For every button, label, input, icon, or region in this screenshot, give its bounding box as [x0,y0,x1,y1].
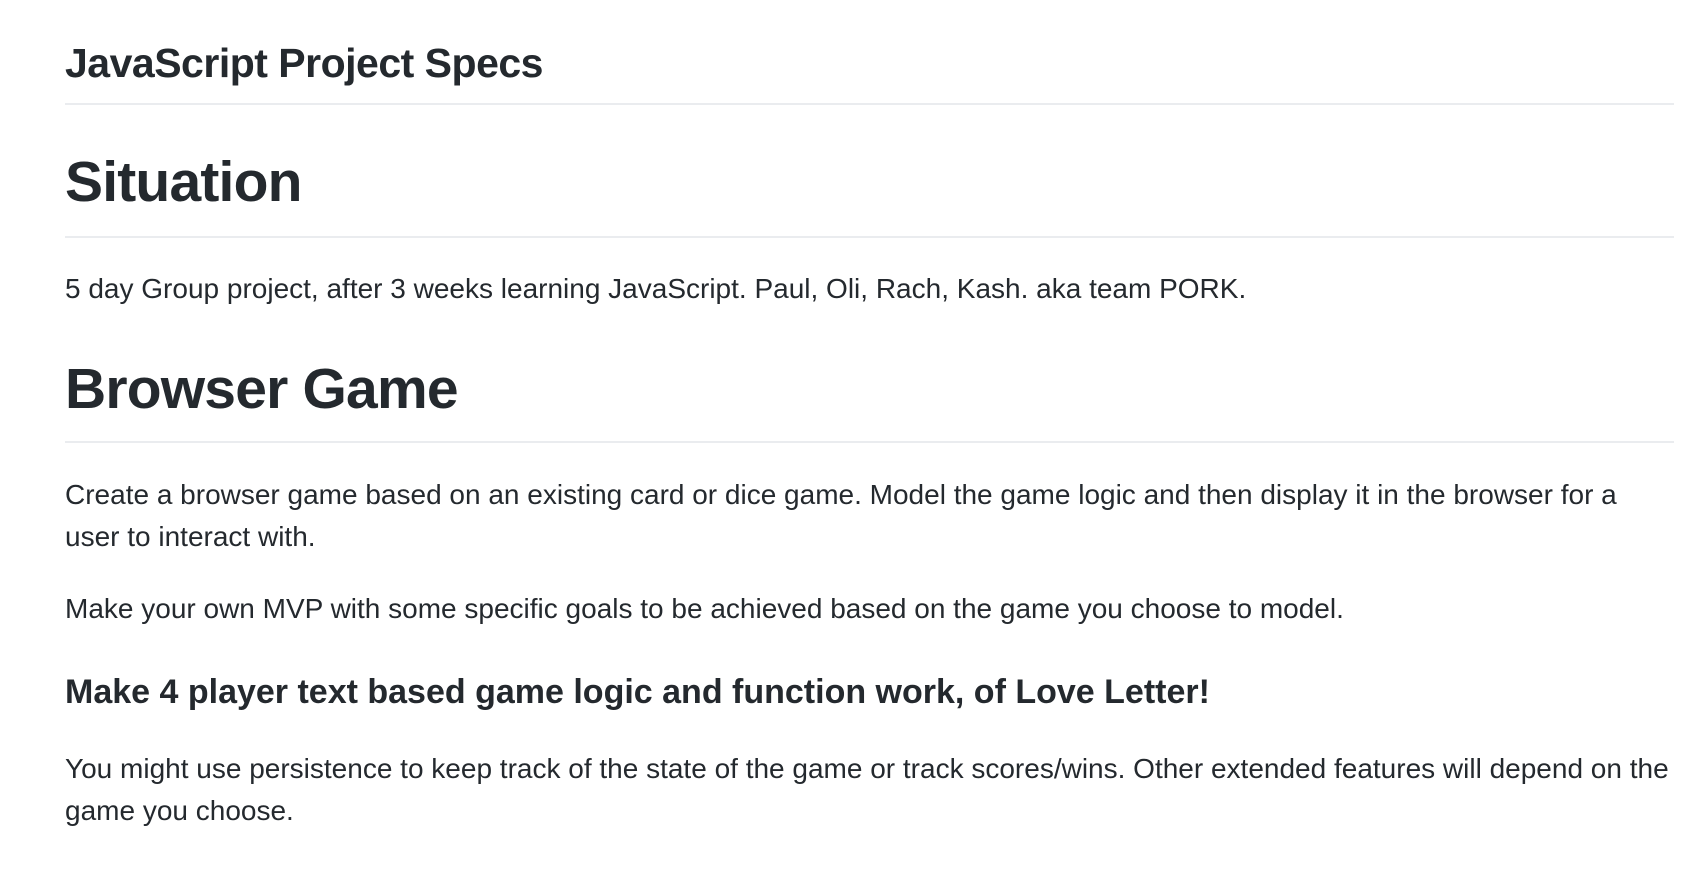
browser-game-paragraph-2: Make your own MVP with some specific goa… [65,593,1344,624]
title-divider [65,103,1674,105]
section-heading-browser-game: Browser Game [65,357,459,421]
browser-game-divider [65,441,1674,443]
situation-paragraph: 5 day Group project, after 3 weeks learn… [65,273,1247,304]
section-heading-situation: Situation [65,150,302,214]
persistence-paragraph: You might use persistence to keep track … [65,753,1669,826]
subheading-love-letter: Make 4 player text based game logic and … [65,673,1210,711]
situation-divider [65,236,1674,238]
browser-game-paragraph-1: Create a browser game based on an existi… [65,479,1617,552]
document-title: JavaScript Project Specs [65,40,543,86]
